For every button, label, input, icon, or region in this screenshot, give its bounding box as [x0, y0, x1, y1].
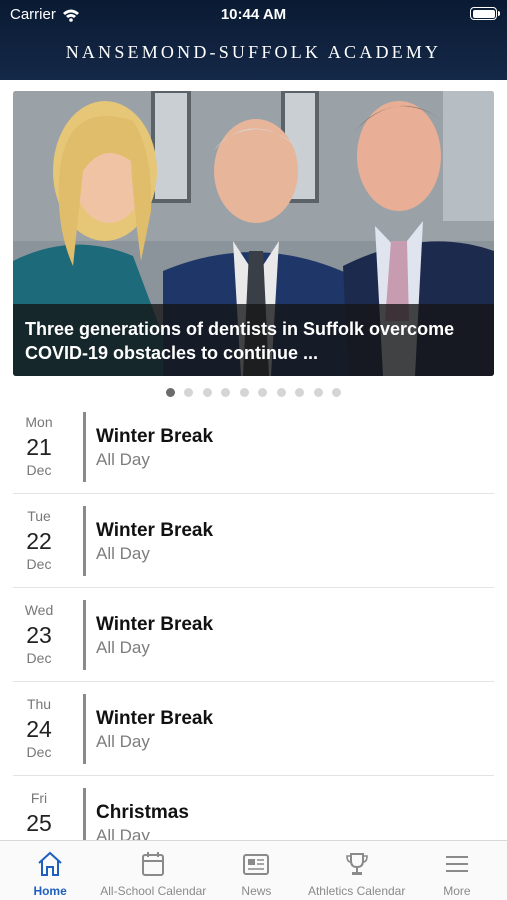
- event-title: Winter Break: [96, 520, 214, 541]
- event-day: 21: [26, 434, 52, 460]
- event-weekday: Mon: [25, 414, 53, 430]
- event-row[interactable]: Fri25DecChristmasAll Day: [13, 776, 494, 840]
- event-time: All Day: [96, 450, 150, 469]
- carousel-dot[interactable]: [221, 388, 231, 397]
- menu-icon: [445, 856, 468, 872]
- app-header: Carrier 10:44 AM NANSEMOND-SUFFOLK ACADE…: [0, 0, 507, 80]
- tab-label: Athletics Calendar: [307, 884, 406, 898]
- carousel-dot[interactable]: [258, 388, 268, 397]
- tab-home[interactable]: Home: [0, 841, 100, 900]
- tab-label: More: [443, 884, 471, 898]
- event-weekday: Fri: [30, 790, 48, 806]
- event-date: Thu 24 Dec: [13, 696, 65, 760]
- tab-label: Home: [33, 884, 67, 898]
- event-title: Winter Break: [96, 614, 214, 635]
- home-icon: [38, 851, 62, 876]
- event-date: Mon 21 Dec: [13, 414, 65, 478]
- calendar-icon: [142, 852, 165, 876]
- event-weekday: Wed: [24, 602, 54, 618]
- event-weekday: Thu: [26, 696, 52, 712]
- event-date: Wed 23 Dec: [13, 602, 65, 666]
- tab-more[interactable]: More: [407, 841, 507, 900]
- event-time: All Day: [96, 826, 150, 840]
- carousel-page-indicator[interactable]: [0, 388, 507, 397]
- clock: 10:44 AM: [220, 6, 287, 23]
- event-row[interactable]: Tue 22 Dec Winter Break All Day: [13, 494, 494, 588]
- event-month: Dec: [26, 650, 52, 666]
- carousel-dot[interactable]: [313, 388, 323, 397]
- event-row[interactable]: Mon 21 Dec Winter Break All Day: [13, 400, 494, 494]
- events-list: Mon 21 Dec Winter Break All Day Tue 22 Dec Winte…: [13, 400, 494, 840]
- event-day: 23: [26, 622, 52, 648]
- event-month: Dec: [26, 744, 52, 760]
- event-divider: [83, 600, 86, 670]
- carousel-dot[interactable]: [184, 388, 194, 397]
- event-time: All Day: [96, 638, 150, 657]
- event-divider: [83, 412, 86, 482]
- status-bar: Carrier 10:44 AM: [0, 0, 507, 28]
- event-month: Dec: [26, 556, 52, 572]
- carousel-dot[interactable]: [276, 388, 286, 397]
- event-date: Fri25Dec: [13, 790, 65, 840]
- school-name-title: NANSEMOND-SUFFOLK ACADEMY: [65, 42, 442, 62]
- news-carousel-slide[interactable]: Three generations of dentists in Suffolk…: [13, 91, 494, 376]
- trophy-icon: [345, 853, 368, 875]
- event-divider: [83, 788, 86, 840]
- event-row[interactable]: Thu 24 Dec Winter Break All Day: [13, 682, 494, 776]
- newspaper-icon: [243, 854, 270, 875]
- event-date: Tue 22 Dec: [13, 508, 65, 572]
- event-day: 25: [26, 810, 52, 836]
- carousel-dot[interactable]: [332, 388, 342, 397]
- tab-athletics-calendar[interactable]: Athletics Calendar: [307, 841, 407, 900]
- event-month: Dec: [26, 462, 52, 478]
- event-row[interactable]: Wed 23 Dec Winter Break All Day: [13, 588, 494, 682]
- carousel-dot[interactable]: [202, 388, 212, 397]
- event-title: Winter Break: [96, 708, 214, 729]
- carousel-dot[interactable]: [239, 388, 249, 397]
- event-divider: [83, 506, 86, 576]
- tab-label: All-School Calendar: [100, 884, 207, 898]
- news-headline[interactable]: Three generations of dentists in Suffolk…: [13, 304, 494, 376]
- tab-news[interactable]: News: [206, 841, 306, 900]
- event-day: 22: [26, 528, 52, 554]
- event-divider: [83, 694, 86, 764]
- event-time: All Day: [96, 732, 150, 751]
- carousel-dot[interactable]: [295, 388, 305, 397]
- event-weekday: Tue: [27, 508, 51, 524]
- tab-all-school-calendar[interactable]: All-School Calendar: [100, 841, 206, 900]
- carousel-dot[interactable]: [165, 388, 175, 397]
- event-title: Winter Break: [96, 426, 214, 447]
- event-time: All Day: [96, 544, 150, 563]
- event-day: 24: [26, 716, 52, 742]
- event-title: Christmas: [96, 802, 189, 823]
- tab-bar: Home All-School Calendar News Athletics Cal…: [0, 840, 507, 900]
- tab-label: News: [241, 884, 272, 898]
- battery-icon: [470, 7, 500, 20]
